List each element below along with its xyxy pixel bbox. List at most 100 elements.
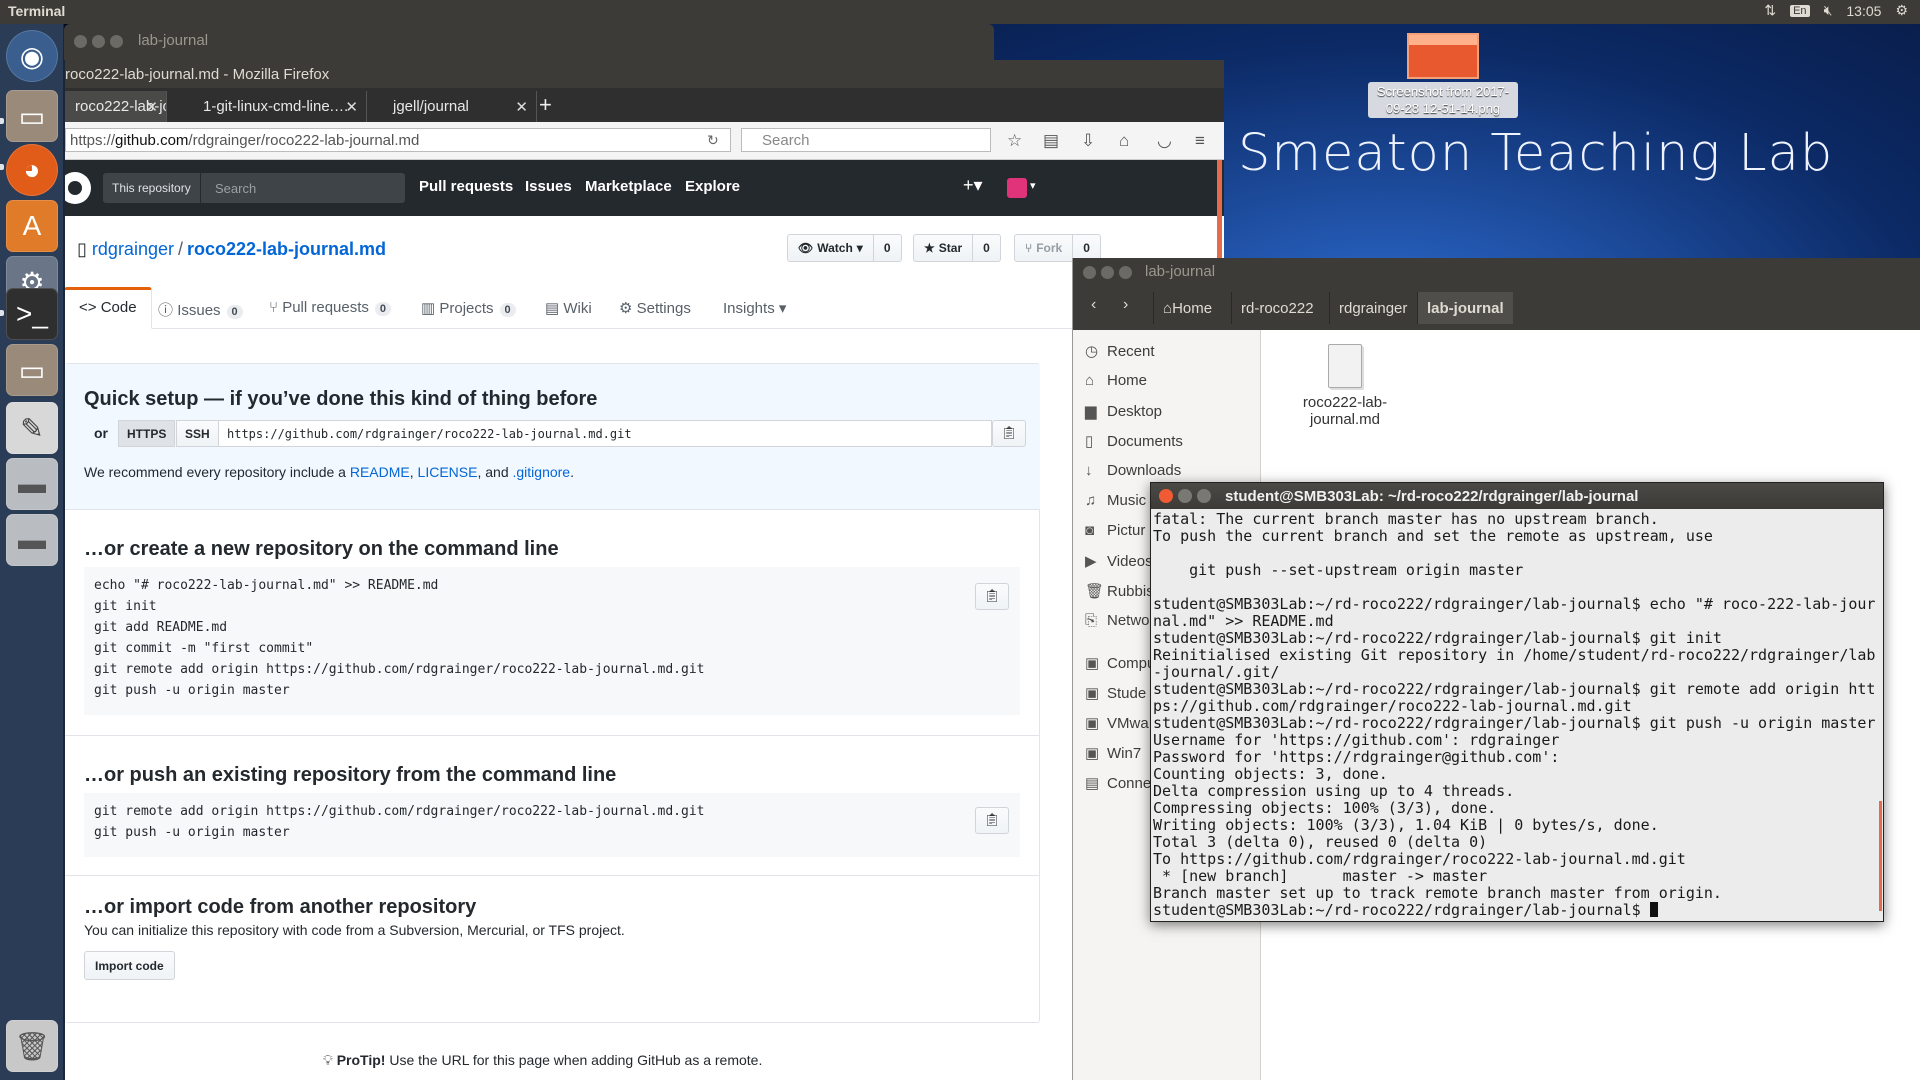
tab-git-linux[interactable]: 1-git-linux-cmd-line.… ✕	[167, 91, 367, 122]
nav-pull-requests[interactable]: Pull requests	[419, 178, 513, 195]
network-icon[interactable]: ⇅	[1764, 2, 1776, 19]
breadcrumb-home[interactable]: ⌂Home	[1153, 292, 1221, 324]
sidebar-item-videos[interactable]: ▶ Videos	[1085, 552, 1153, 576]
sidebar-item-network[interactable]: ⎘ Netwo	[1085, 612, 1150, 636]
watch-count[interactable]: 0	[874, 241, 901, 255]
https-button[interactable]: HTTPS	[118, 420, 176, 447]
gear-icon[interactable]: ⚙	[1895, 2, 1908, 19]
tab-wiki[interactable]: ▤ Wiki	[545, 287, 592, 329]
readme-link[interactable]: README	[350, 464, 410, 480]
sound-muted-icon[interactable]: 🔇︎	[1824, 2, 1833, 19]
tab-projects[interactable]: ▥ Projects 0	[421, 287, 516, 329]
forward-icon[interactable]: ›	[1123, 296, 1128, 314]
minimize-icon[interactable]	[92, 35, 105, 48]
import-code-button[interactable]: Import code	[84, 951, 175, 980]
file-item[interactable]: roco222-lab-journal.md	[1290, 344, 1400, 428]
license-link[interactable]: LICENSE	[418, 464, 478, 480]
reading-list-icon[interactable]: ▤	[1043, 131, 1059, 151]
sidebar-item-label: Netwo	[1107, 612, 1150, 629]
scrollbar[interactable]	[1879, 801, 1882, 911]
firefox-icon[interactable]: ◕	[6, 144, 58, 196]
star-count[interactable]: 0	[973, 241, 1000, 255]
reload-icon[interactable]: ↻	[707, 132, 719, 149]
nav-marketplace[interactable]: Marketplace	[585, 178, 672, 195]
tab-code[interactable]: <> Code	[65, 287, 152, 329]
clipboard-icon[interactable]: 📋︎	[975, 583, 1009, 610]
search-input[interactable]: Search	[741, 128, 991, 152]
gitignore-link[interactable]: .gitignore	[513, 464, 571, 480]
disk-icon[interactable]: ▬	[6, 458, 58, 510]
tab-issues[interactable]: ⓘ Issues 0	[158, 287, 243, 329]
sidebar-item-desktop[interactable]: ▆ Desktop	[1085, 402, 1162, 426]
tab-insights[interactable]: Insights ▾	[723, 287, 786, 329]
sidebar-item-music[interactable]: ♫ Music	[1085, 492, 1146, 516]
sidebar-item-recent[interactable]: ◷ Recent	[1085, 342, 1155, 366]
repo-name-link[interactable]: roco222-lab-journal.md	[187, 239, 386, 259]
ssh-button[interactable]: SSH	[176, 420, 219, 447]
files-icon[interactable]: ▭	[6, 90, 58, 142]
maximize-icon[interactable]	[1119, 266, 1132, 279]
close-icon[interactable]: ✕	[145, 98, 158, 116]
tab-settings[interactable]: ⚙ Settings	[619, 287, 691, 329]
clone-url-input[interactable]: https://github.com/rdgrainger/roco222-la…	[218, 420, 992, 447]
clipboard-icon[interactable]: 📋︎	[975, 807, 1009, 834]
close-icon[interactable]: ✕	[345, 98, 358, 116]
nav-issues[interactable]: Issues	[525, 178, 572, 195]
keyboard-indicator[interactable]: En	[1790, 4, 1810, 17]
tab-jgell-journal[interactable]: jgell/journal ✕	[367, 91, 537, 122]
desktop-file-icon[interactable]: Screenshot from 2017-09-28 12-51-14.png	[1368, 33, 1518, 118]
watch-button[interactable]: 👁︎ Watch ▾ 0	[787, 234, 902, 262]
new-tab-button[interactable]: +	[539, 92, 552, 118]
url-bar[interactable]: https://github.com/rdgrainger/roco222-la…	[65, 128, 731, 152]
sidebar-item-vmware[interactable]: ▣ VMwa	[1085, 714, 1149, 738]
dash-home-icon[interactable]: ◉	[6, 30, 58, 82]
terminal-window[interactable]: student@SMB303Lab: ~/rd-roco222/rdgraing…	[1150, 482, 1884, 922]
close-icon[interactable]	[74, 35, 87, 48]
breadcrumb-rdgrainger[interactable]: rdgrainger	[1329, 292, 1416, 324]
star-label: Star	[938, 241, 963, 255]
close-icon[interactable]	[1083, 266, 1096, 279]
create-new-icon[interactable]: +▾	[963, 175, 983, 196]
text-editor-icon[interactable]: ✎	[6, 402, 58, 454]
close-icon[interactable]: ✕	[515, 98, 528, 116]
breadcrumb-lab-journal[interactable]: lab-journal	[1417, 292, 1513, 324]
clock[interactable]: 13:05	[1846, 3, 1881, 19]
pocket-icon[interactable]: ◡	[1157, 131, 1172, 151]
trash-icon[interactable]: 🗑︎	[6, 1020, 58, 1072]
github-search[interactable]: This repository Search	[103, 173, 405, 203]
terminal-icon[interactable]: >_	[6, 288, 58, 340]
sidebar-item-student[interactable]: ▣ Stude	[1085, 684, 1146, 708]
software-center-icon[interactable]: A	[6, 200, 58, 252]
sidebar-item-connect[interactable]: ▤ Conne	[1085, 774, 1151, 798]
tab-pull-requests[interactable]: ⑂ Pull requests 0	[269, 287, 392, 329]
minimize-icon[interactable]	[1178, 489, 1192, 503]
menu-icon[interactable]: ≡	[1195, 131, 1205, 151]
clipboard-icon[interactable]: 📋︎	[992, 420, 1026, 447]
maximize-icon[interactable]	[1197, 489, 1211, 503]
sidebar-item-win7[interactable]: ▣ Win7	[1085, 744, 1141, 768]
bookmark-star-icon[interactable]: ☆	[1007, 131, 1022, 151]
sidebar-item-computer[interactable]: ▣ Compu	[1085, 654, 1155, 678]
github-logo-icon[interactable]	[65, 172, 91, 204]
back-icon[interactable]: ‹	[1091, 296, 1096, 314]
chevron-down-icon[interactable]: ▾	[1030, 179, 1036, 192]
files-icon-2[interactable]: ▭	[6, 344, 58, 396]
repo-owner-link[interactable]: rdgrainger	[92, 239, 174, 259]
sidebar-item-home[interactable]: ⌂ Home	[1085, 372, 1147, 396]
disk-icon-2[interactable]: ▬	[6, 514, 58, 566]
close-icon[interactable]	[1159, 489, 1173, 503]
home-icon[interactable]: ⌂	[1119, 131, 1129, 151]
nav-explore[interactable]: Explore	[685, 178, 740, 195]
tab-lab-journal[interactable]: roco222-lab-journal.md✕	[65, 91, 167, 122]
minimize-icon[interactable]	[1101, 266, 1114, 279]
maximize-icon[interactable]	[110, 35, 123, 48]
breadcrumb-rd-roco222[interactable]: rd-roco222	[1231, 292, 1323, 324]
sidebar-item-documents[interactable]: ▯ Documents	[1085, 432, 1183, 456]
star-button[interactable]: ★ Star 0	[913, 234, 1001, 262]
download-icon[interactable]: ⇩	[1081, 131, 1095, 151]
sidebar-item-rubbish[interactable]: 🗑︎ Rubbis	[1085, 582, 1154, 606]
terminal-output[interactable]: fatal: The current branch master has no …	[1153, 511, 1879, 919]
avatar[interactable]	[1007, 178, 1027, 198]
sidebar-item-pictures[interactable]: ◙ Pictur	[1085, 522, 1145, 546]
fork-count[interactable]: 0	[1073, 241, 1100, 255]
